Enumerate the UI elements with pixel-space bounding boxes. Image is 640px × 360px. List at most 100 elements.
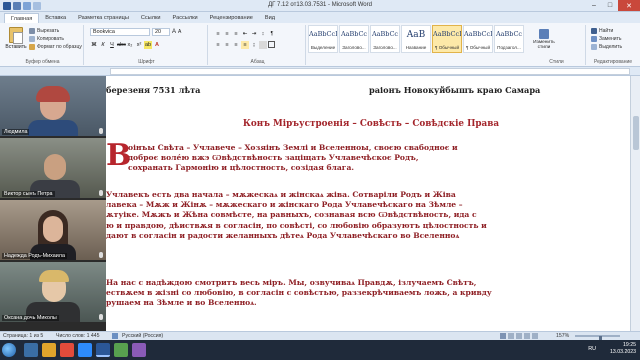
highlight-icon[interactable]: ab [144,41,152,49]
participant-tile[interactable]: Оксана дочь Миколы [0,262,106,322]
bullets-icon[interactable]: ≡ [214,30,222,38]
title-bar: ДГ 7.12 от13.03.7531 - Microsoft Word – … [0,0,640,12]
participant-name: Виктор сынъ Петра [2,191,55,197]
multilevel-list-icon[interactable]: ≡ [232,30,240,38]
keyboard-language[interactable]: RU [588,346,596,352]
document-date-line: березеня 7531 лѣта [106,85,201,95]
full-screen-icon[interactable] [508,333,514,339]
vertical-scrollbar[interactable] [630,76,640,331]
font-size-select[interactable]: 20 [152,28,170,36]
styles-gallery: AaBbCcI Выделение AaBbCc Заголово... AaBbC… [308,25,524,53]
participant-tile[interactable]: Людмила [0,76,106,136]
change-styles-button[interactable]: Изменить стили [532,29,556,51]
print-layout-icon[interactable] [500,333,506,339]
viber-app-icon[interactable] [132,343,146,357]
cut-button[interactable]: Вырезать [29,27,82,35]
zoom-slider[interactable] [575,335,620,342]
maximize-button[interactable]: □ [602,0,618,11]
align-right-icon[interactable]: ≡ [232,41,240,49]
increase-indent-icon[interactable]: ⇥ [250,30,258,38]
zoom-app-icon[interactable] [78,343,92,357]
start-button[interactable] [2,343,16,357]
tab-page-layout[interactable]: Разметка страницы [72,13,135,23]
underline-button[interactable]: Ч [108,41,116,49]
participant-tile[interactable]: Надежда Родъ-Михаила [0,200,106,260]
line-spacing-icon[interactable]: ↨ [250,41,258,49]
find-button[interactable]: Найти [591,27,622,35]
style-subtitle[interactable]: AaBbCc Подзагол... [494,25,524,53]
folder-icon[interactable] [42,343,56,357]
shading-icon[interactable] [259,41,267,49]
taskbar: RU 19:25 13.03.2023 [0,340,640,360]
strikethrough-icon[interactable]: abc [117,41,126,49]
ruler [0,67,640,76]
page-count[interactable]: Страница: 1 из 5 [3,333,43,339]
align-left-icon[interactable]: ≡ [214,41,222,49]
pilcrow-icon[interactable]: ¶ [268,30,276,38]
replace-icon [591,36,597,42]
tab-home[interactable]: Главная [4,13,40,23]
paragraph-2: Учлавекъ есть два начала – мѫжескаѧ и жі… [106,190,582,241]
tab-insert[interactable]: Вставка [39,13,72,23]
ribbon-tabs: Главная Вставка Разметка страницы Ссылки… [0,12,640,23]
paragraph-line: ѫтуіке. Мѫжъ и Жѣна совмѣсте, на равныхъ… [106,210,477,220]
word-app-icon[interactable] [96,343,110,357]
replace-button[interactable]: Заменить [591,35,622,43]
copy-button[interactable]: Копировать [29,35,82,43]
draft-icon[interactable] [532,333,538,339]
paragraph-line: ествѫем в жізні со любовію, в согласін с… [106,288,492,298]
zoom-level[interactable]: 157% [556,333,569,339]
explorer-icon[interactable] [24,343,38,357]
web-layout-icon[interactable] [516,333,522,339]
system-clock[interactable]: 19:25 13.03.2023 [610,342,636,356]
excel-app-icon[interactable] [114,343,128,357]
format-painter-button[interactable]: Формат по образцу [29,43,82,51]
font-family-select[interactable]: Bookvica [90,28,150,36]
justify-icon[interactable]: ≡ [241,41,249,49]
paragraph-line: оінъы Свѣта – Учлавече – Хозяінъ Землі и… [128,143,458,152]
scrollbar-thumb[interactable] [633,116,639,150]
select-button[interactable]: Выделить [591,43,622,51]
style-heading-1[interactable]: AaBbCc Заголово... [339,25,369,53]
window-controls: – □ ✕ [586,0,640,11]
decrease-indent-icon[interactable]: ⇤ [241,30,249,38]
ruler-track[interactable] [110,68,630,75]
font-color-icon[interactable]: A [153,41,161,49]
style-emphasis[interactable]: AaBbCcI Выделение [308,25,338,53]
subscript-icon[interactable]: x₂ [126,41,134,49]
participant-tile[interactable]: Виктор сынъ Петра [0,138,106,198]
paragraph-group-label: Абзац [250,59,265,65]
style-normal-selected[interactable]: AaBbCcDc¶ Обычный [432,25,462,53]
borders-icon[interactable] [268,41,275,48]
shrink-font-icon[interactable]: A [178,28,181,36]
grow-font-icon[interactable]: A [172,28,176,36]
paragraph-1: оінъы Свѣта – Учлавече – Хозяінъ Землі и… [128,143,604,174]
minimize-button[interactable]: – [586,0,602,11]
numbering-icon[interactable]: ≡ [223,30,231,38]
tab-mailings[interactable]: Рассылки [167,13,204,23]
proofing-icon[interactable] [112,333,118,339]
outline-icon[interactable] [524,333,530,339]
tab-view[interactable]: Вид [259,13,281,23]
bold-button[interactable]: Ж [90,41,98,49]
paste-button[interactable]: Вставить [5,27,27,50]
language-indicator[interactable]: Русский (Россия) [122,333,163,339]
change-styles-icon [539,29,549,39]
style-normal[interactable]: AaBbCcDc¶ Обычный [463,25,493,53]
tab-review[interactable]: Рецензирование [204,13,259,23]
styles-group-label: Стили [549,59,564,65]
italic-button[interactable]: К [99,41,107,49]
sort-icon[interactable]: ↕ [259,30,267,38]
style-heading-2[interactable]: AaBbCc Заголово... [370,25,400,53]
close-button[interactable]: ✕ [618,0,640,11]
word-count[interactable]: Число слов: 1 445 [56,333,100,339]
participant-hair [39,270,69,282]
superscript-icon[interactable]: x² [135,41,143,49]
document-page[interactable]: березеня 7531 лѣта раіонъ Новокуйбышъ кр… [106,76,630,331]
browser-icon[interactable] [60,343,74,357]
align-center-icon[interactable]: ≡ [223,41,231,49]
editing-group: Найти Заменить Выделить Редактирование [588,25,638,65]
window-title: ДГ 7.12 от13.03.7531 - Microsoft Word [268,2,372,8]
style-title[interactable]: AaB Название [401,25,431,53]
tab-references[interactable]: Ссылки [135,13,167,23]
